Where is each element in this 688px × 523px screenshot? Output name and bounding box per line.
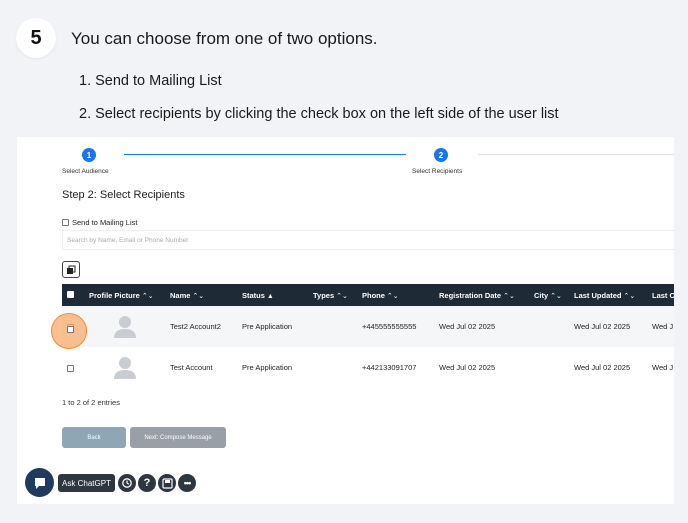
cell-name: Test Account [170, 363, 213, 372]
table-row[interactable]: Test2 Account2 Pre Application +44555555… [62, 306, 674, 347]
save-icon[interactable] [158, 474, 176, 492]
cell-status: Pre Application [242, 322, 293, 331]
wizard-progress-line [124, 154, 406, 155]
col-label: Last Updated [574, 291, 622, 300]
col-profile-picture[interactable]: Profile Picture ⌃⌄ [89, 291, 154, 300]
history-glyph [122, 478, 132, 488]
history-icon[interactable] [118, 474, 136, 492]
entries-info: 1 to 2 of 2 entries [62, 398, 120, 407]
cell-registration-date: Wed Jul 02 2025 [439, 322, 496, 331]
col-label: Types [313, 291, 335, 300]
col-label: City [534, 291, 549, 300]
mailing-list-option[interactable]: Send to Mailing List [62, 218, 137, 227]
sort-icon: ⌃⌄ [141, 293, 154, 300]
cell-last-contacted: Wed J [652, 363, 674, 372]
save-glyph [161, 477, 173, 489]
col-last-updated[interactable]: Last Updated ⌃⌄ [574, 291, 635, 300]
cell-last-contacted: Wed J [652, 322, 674, 331]
col-registration-date[interactable]: Registration Date ⌃⌄ [439, 291, 515, 300]
sort-asc-icon: ▲ [266, 293, 274, 300]
option-select-recipients: 2. Select recipients by clicking the che… [79, 106, 559, 122]
sort-icon: ⌃⌄ [503, 293, 515, 300]
wizard-step-1-label: Select Audience [62, 168, 109, 175]
wizard-step-2-label: Select Recipients [412, 168, 463, 175]
help-icon[interactable]: ? [138, 474, 156, 492]
cell-status: Pre Application [242, 363, 293, 372]
avatar-icon [114, 357, 136, 379]
ask-chatgpt-button[interactable]: Ask ChatGPT [58, 474, 115, 492]
cell-registration-date: Wed Jul 02 2025 [439, 363, 496, 372]
col-label: Phone [362, 291, 385, 300]
search-input[interactable]: Search by Name, Email or Phone Number [62, 230, 674, 250]
next-compose-message-button[interactable]: Next: Compose Message [130, 427, 226, 448]
step-instruction: You can choose from one of two options. [71, 29, 378, 48]
back-button[interactable]: Back [62, 427, 126, 448]
row-checkbox[interactable] [67, 365, 74, 372]
cell-phone: +445555555555 [362, 322, 417, 331]
col-label: Profile Picture [89, 291, 140, 300]
chat-button[interactable] [25, 468, 54, 497]
col-label: Registration Date [439, 291, 502, 300]
cell-phone: +442133091707 [362, 363, 417, 372]
highlighted-row-checkbox[interactable] [67, 326, 74, 333]
sort-icon: ⌃⌄ [550, 293, 562, 300]
step-badge: 5 [16, 18, 56, 58]
col-label: Last C [652, 291, 674, 300]
col-last-contacted[interactable]: Last C [652, 291, 674, 300]
sort-icon: ⌃⌄ [623, 293, 636, 300]
option-mailing-list: 1. Send to Mailing List [79, 73, 222, 89]
mailing-list-label: Send to Mailing List [72, 218, 138, 227]
col-status[interactable]: Status ▲ [242, 291, 274, 300]
app-screenshot: 1 Select Audience 2 Select Recipients St… [17, 137, 674, 504]
table-row[interactable]: Test Account Pre Application +4421330917… [62, 347, 674, 388]
col-name[interactable]: Name ⌃⌄ [170, 291, 204, 300]
sort-icon: ⌃⌄ [336, 293, 348, 300]
chat-icon [34, 477, 45, 489]
col-phone[interactable]: Phone ⌃⌄ [362, 291, 399, 300]
sort-icon: ⌃⌄ [386, 293, 399, 300]
table-header: Profile Picture ⌃⌄ Name ⌃⌄ Status ▲ Types ⌃⌄… [62, 284, 674, 306]
recipients-table: Profile Picture ⌃⌄ Name ⌃⌄ Status ▲ Types ⌃⌄… [62, 284, 674, 388]
col-types[interactable]: Types ⌃⌄ [313, 291, 348, 300]
select-all-checkbox[interactable] [67, 291, 74, 298]
cell-last-updated: Wed Jul 02 2025 [574, 322, 631, 331]
copy-button[interactable] [62, 261, 80, 278]
col-label: Status [242, 291, 265, 300]
sort-icon: ⌃⌄ [192, 293, 205, 300]
copy-icon [67, 265, 76, 274]
wizard-step-1[interactable]: 1 [82, 148, 96, 162]
col-label: Name [170, 291, 191, 300]
wizard-step-2[interactable]: 2 [434, 148, 448, 162]
cell-last-updated: Wed Jul 02 2025 [574, 363, 631, 372]
col-city[interactable]: City ⌃⌄ [534, 291, 562, 300]
wizard-remaining-line [478, 154, 674, 155]
page-title: Step 2: Select Recipients [62, 189, 185, 201]
mailing-list-checkbox[interactable] [62, 219, 69, 226]
cell-name: Test2 Account2 [170, 322, 221, 331]
avatar-icon [114, 316, 136, 338]
more-icon[interactable]: ••• [178, 474, 196, 492]
